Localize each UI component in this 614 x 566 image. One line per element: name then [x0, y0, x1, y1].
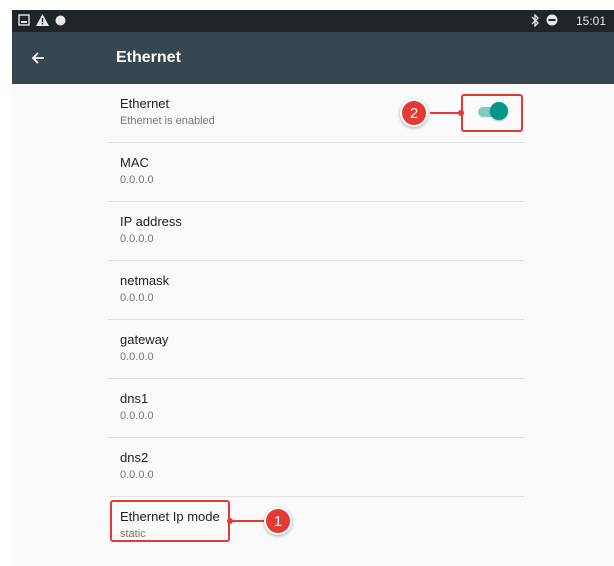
setting-subtitle: 0.0.0.0: [120, 174, 154, 186]
status-bar: 15:01: [12, 10, 614, 32]
back-button[interactable]: [26, 46, 50, 70]
callout-connector-dot: [227, 518, 233, 524]
callout-connector-dot: [458, 110, 464, 116]
callout-connector: [230, 520, 264, 522]
arrow-back-icon: [31, 52, 44, 64]
warning-icon: [36, 14, 49, 26]
bluetooth-icon: [531, 14, 539, 27]
setting-subtitle: 0.0.0.0: [120, 292, 154, 304]
callout-badge-1: 1: [264, 507, 292, 535]
setting-title: netmask: [120, 273, 170, 288]
setting-subtitle: 0.0.0.0: [120, 351, 154, 363]
setting-subtitle: Ethernet is enabled: [120, 115, 215, 127]
setting-subtitle: 0.0.0.0: [120, 410, 154, 422]
setting-netmask[interactable]: netmask 0.0.0.0: [108, 261, 524, 320]
setting-ip-address[interactable]: IP address 0.0.0.0: [108, 202, 524, 261]
setting-subtitle: 0.0.0.0: [120, 233, 154, 245]
setting-dns2[interactable]: dns2 0.0.0.0: [108, 438, 524, 497]
setting-mac[interactable]: MAC 0.0.0.0: [108, 143, 524, 202]
setting-gateway[interactable]: gateway 0.0.0.0: [108, 320, 524, 379]
clock-time: 15:01: [575, 14, 606, 28]
setting-title: dns1: [120, 391, 149, 406]
setting-dns1[interactable]: dns1 0.0.0.0: [108, 379, 524, 438]
page-title: Ethernet: [116, 49, 181, 66]
highlight-box-ip-mode: [110, 500, 230, 542]
setting-title: IP address: [120, 214, 182, 229]
setting-title: dns2: [120, 450, 149, 465]
image-icon: [18, 14, 30, 26]
circle-icon: [55, 15, 66, 26]
settings-list: Ethernet Ethernet is enabled MAC 0.0.0.0…: [108, 84, 524, 556]
setting-title: gateway: [120, 332, 169, 347]
highlight-box-toggle: [461, 94, 523, 132]
app-bar: Ethernet: [12, 32, 614, 84]
setting-title: MAC: [120, 155, 149, 170]
callout-connector: [430, 112, 461, 114]
android-screen: 15:01 Ethernet Ethernet Ethernet is enab…: [12, 10, 614, 566]
do-not-disturb-icon: [546, 14, 558, 26]
callout-badge-2: 2: [400, 99, 428, 127]
setting-title: Ethernet: [120, 96, 170, 111]
setting-subtitle: 0.0.0.0: [120, 469, 154, 481]
